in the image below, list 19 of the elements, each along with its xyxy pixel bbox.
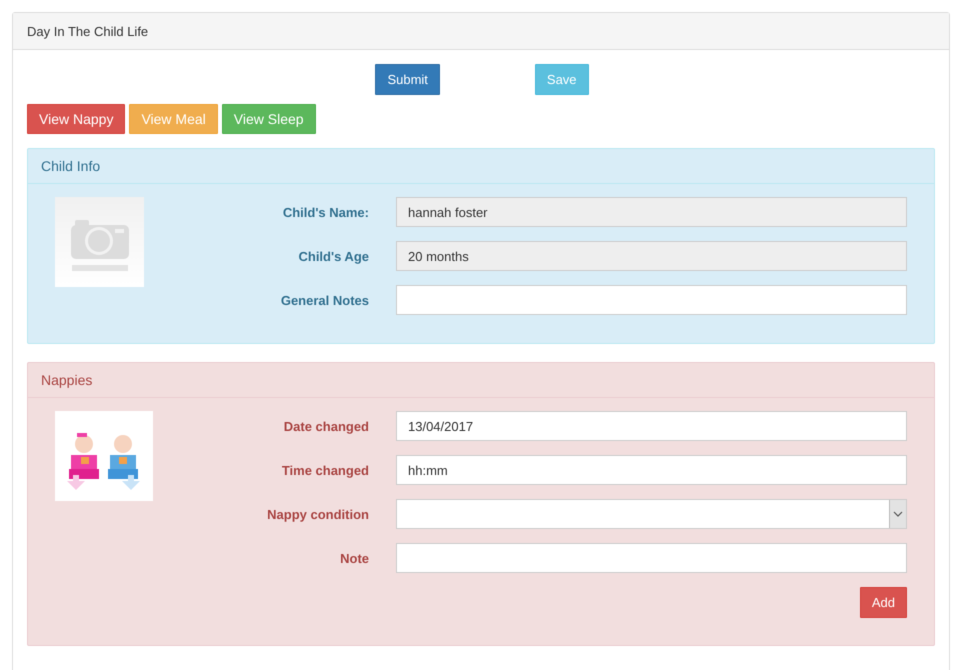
select-field[interactable]	[396, 499, 907, 529]
add-button[interactable]: Add	[860, 586, 907, 618]
section-title: Child Info	[41, 158, 100, 174]
input-field[interactable]	[396, 285, 907, 315]
view-button[interactable]: View Sleep	[222, 104, 316, 134]
field-label: Note	[339, 550, 369, 566]
field-label: General Notes	[280, 292, 369, 308]
input-field[interactable]: hh:mm	[396, 455, 907, 485]
page-title: Day In The Child Life	[27, 24, 148, 38]
field-label: Nappy condition	[266, 506, 369, 522]
submit-button[interactable]: Submit	[375, 64, 440, 95]
section-title: Nappies	[41, 372, 92, 388]
field-label: Time changed	[280, 462, 369, 478]
field-label: Child's Name:	[282, 204, 369, 220]
field-label: Date changed	[282, 418, 369, 434]
field-label: Child's Age	[297, 248, 369, 264]
input-field[interactable]	[396, 543, 907, 573]
view-button[interactable]: View Nappy	[27, 104, 126, 134]
input-field[interactable]: 13/04/2017	[396, 411, 907, 441]
